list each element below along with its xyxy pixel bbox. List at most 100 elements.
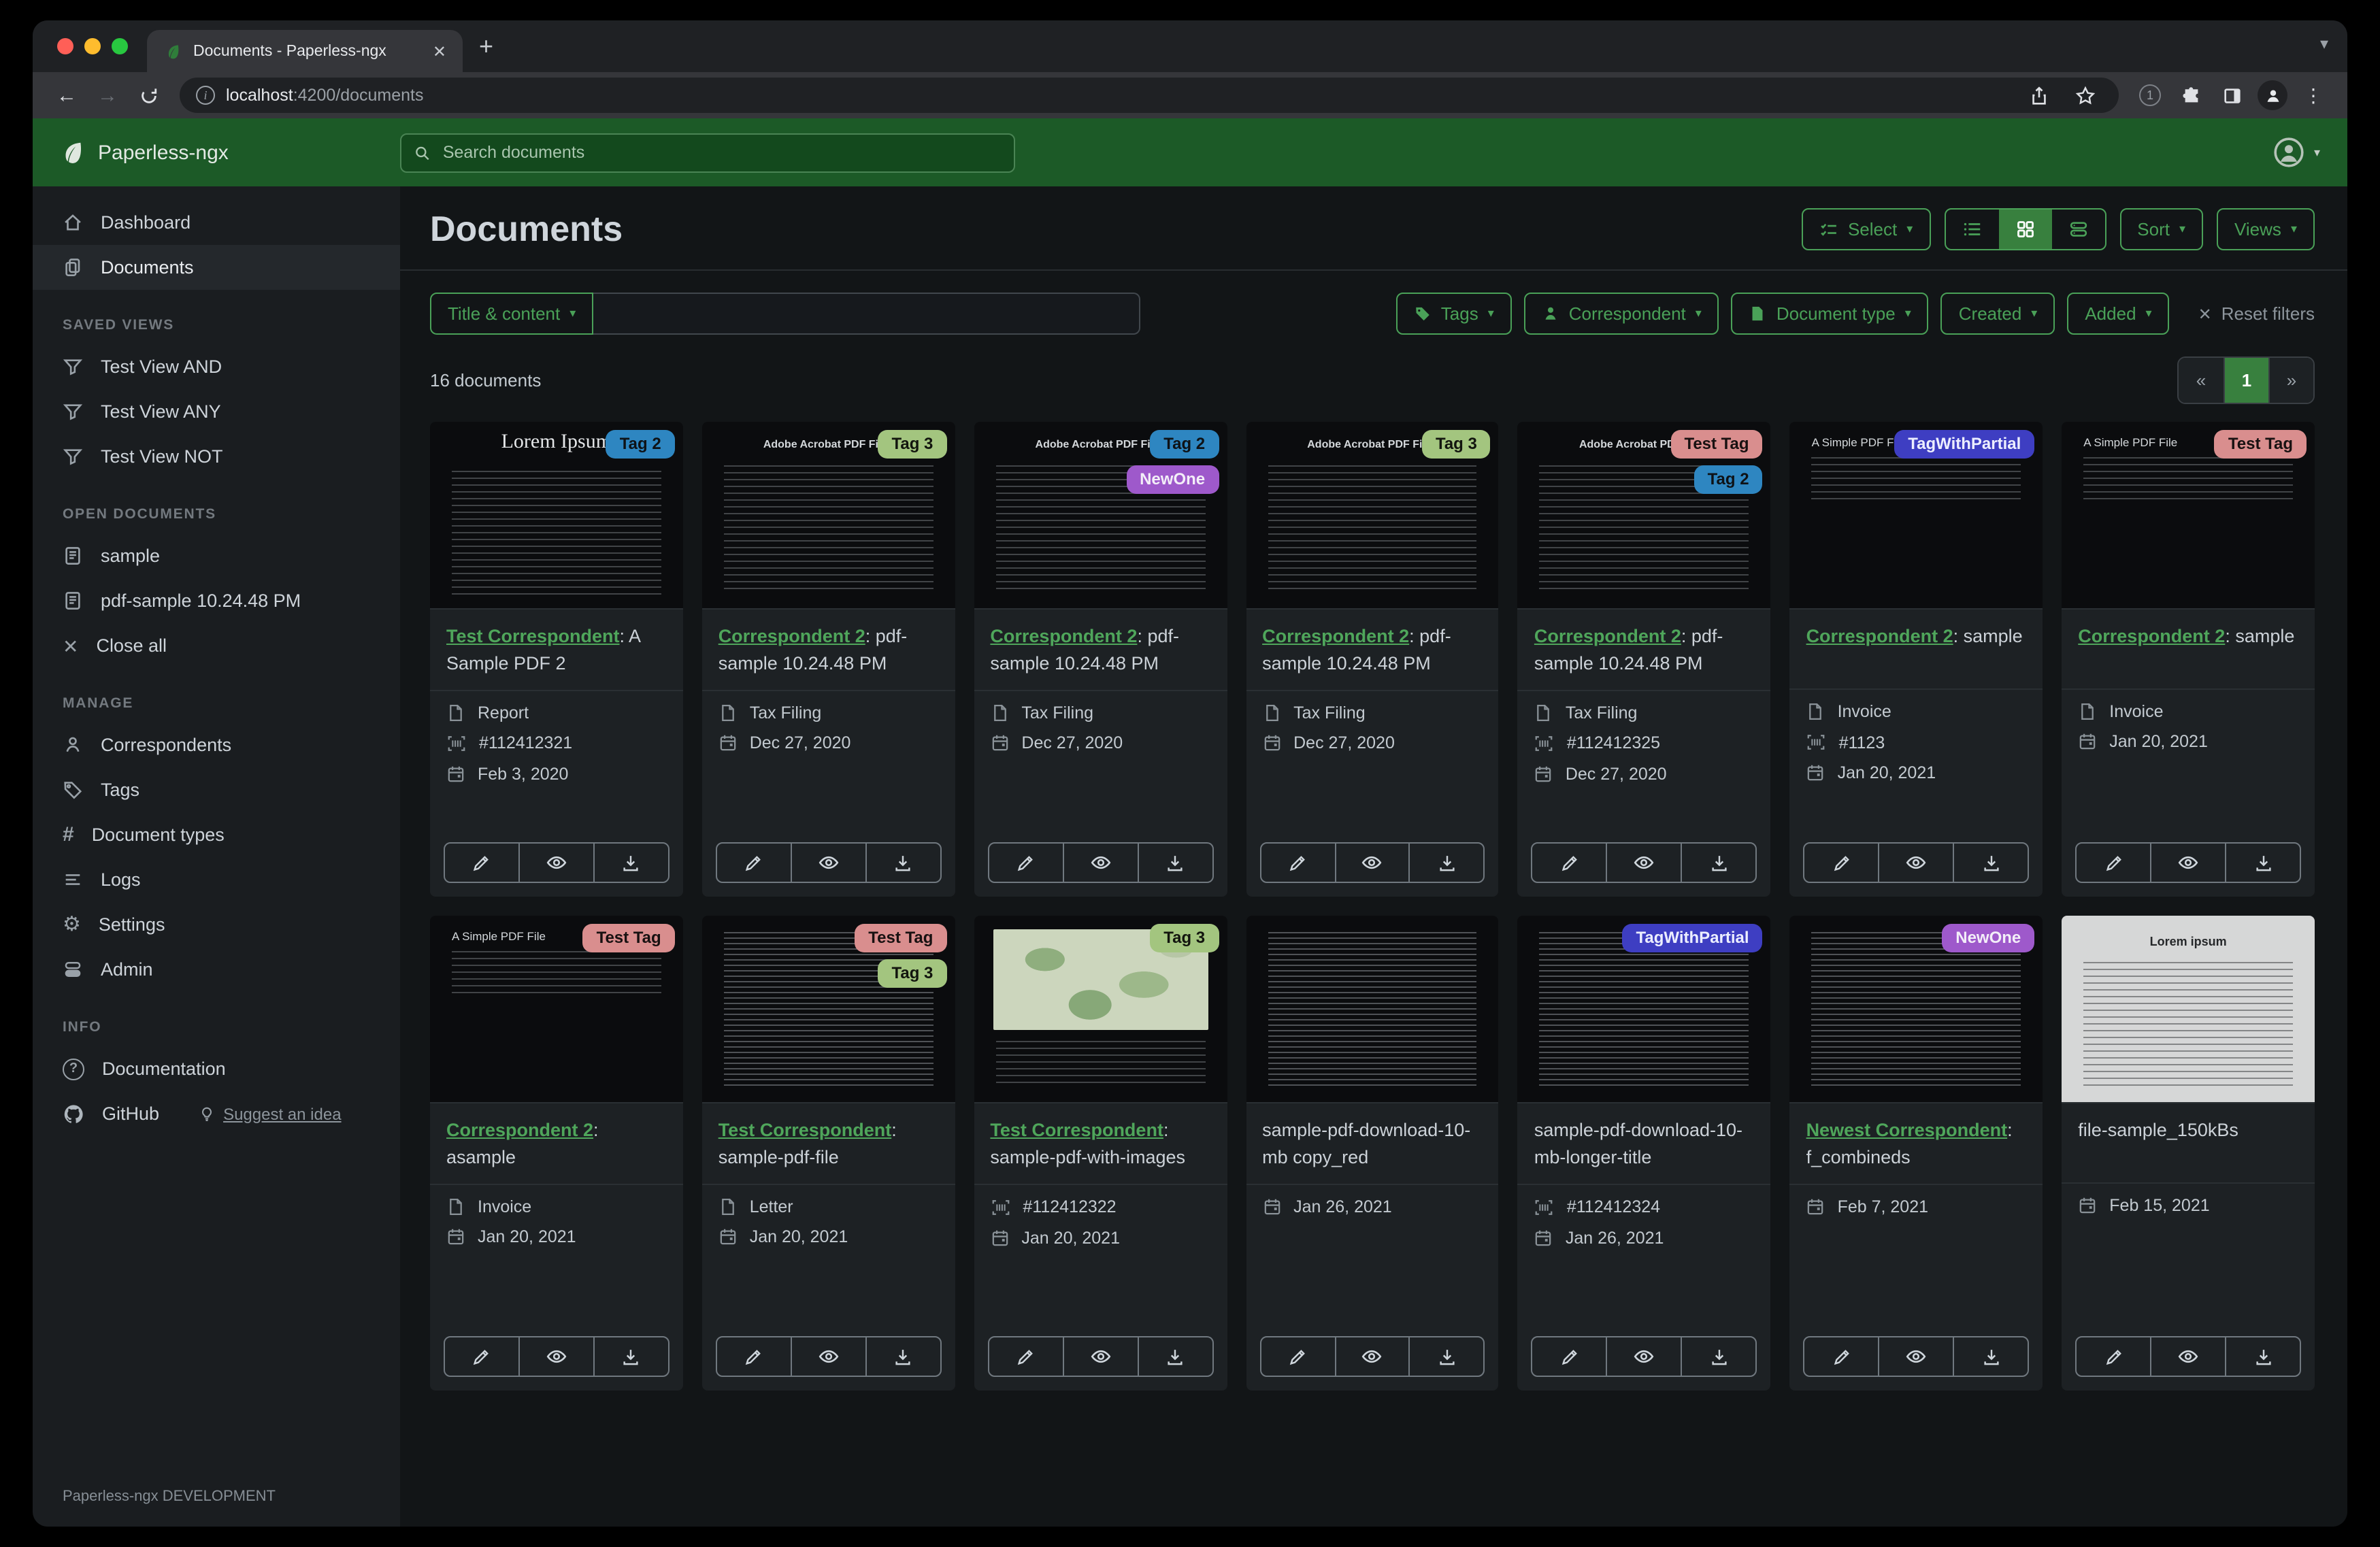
edit-button[interactable] bbox=[717, 844, 791, 882]
view-cards-button[interactable] bbox=[2051, 210, 2104, 249]
sidebar-item-test-view-not[interactable]: Test View NOT bbox=[33, 434, 400, 479]
correspondent-link[interactable]: Correspondent 2 bbox=[1262, 626, 1409, 646]
edit-button[interactable] bbox=[989, 1337, 1062, 1376]
address-bar[interactable]: i localhost:4200/documents bbox=[180, 78, 2119, 113]
edit-button[interactable] bbox=[1805, 844, 1879, 882]
view-button[interactable] bbox=[2150, 1337, 2225, 1376]
views-button[interactable]: Views ▾ bbox=[2217, 208, 2315, 250]
reload-button[interactable] bbox=[131, 78, 166, 113]
download-button[interactable] bbox=[1953, 1337, 2028, 1376]
download-button[interactable] bbox=[1137, 1337, 1212, 1376]
extension-badge-icon[interactable]: 1 bbox=[2132, 78, 2168, 113]
correspondent-link[interactable]: Test Correspondent bbox=[446, 626, 620, 646]
view-button[interactable] bbox=[1878, 1337, 1953, 1376]
edit-button[interactable] bbox=[989, 844, 1062, 882]
download-button[interactable] bbox=[1681, 1337, 1756, 1376]
filter-created-button[interactable]: Created ▾ bbox=[1940, 293, 2055, 335]
correspondent-link[interactable]: Correspondent 2 bbox=[1806, 626, 1953, 646]
view-button[interactable] bbox=[1062, 1337, 1137, 1376]
sidebar-item-documentation[interactable]: ? Documentation bbox=[33, 1046, 400, 1091]
tag-badge[interactable]: Tag 3 bbox=[1150, 924, 1219, 952]
correspondent-link[interactable]: Correspondent 2 bbox=[990, 626, 1137, 646]
download-button[interactable] bbox=[1681, 844, 1756, 882]
correspondent-link[interactable]: Correspondent 2 bbox=[2078, 626, 2225, 646]
correspondent-link[interactable]: Correspondent 2 bbox=[718, 626, 865, 646]
tag-badge[interactable]: Test Tag bbox=[2214, 430, 2307, 459]
site-info-icon[interactable]: i bbox=[196, 86, 215, 105]
sidebar-item-document-types[interactable]: # Document types bbox=[33, 812, 400, 857]
sidebar-item-tags[interactable]: Tags bbox=[33, 767, 400, 812]
sidebar-item-github[interactable]: GitHub Suggest an idea bbox=[33, 1091, 400, 1136]
tag-badge[interactable]: Tag 3 bbox=[878, 430, 947, 459]
tag-badge[interactable]: Tag 2 bbox=[606, 430, 675, 459]
sidebar-item-open-doc-sample[interactable]: sample bbox=[33, 533, 400, 578]
app-brand[interactable]: Paperless-ngx bbox=[33, 139, 400, 165]
sidebar-item-admin[interactable]: Admin bbox=[33, 947, 400, 992]
share-icon[interactable] bbox=[2021, 78, 2056, 113]
view-button[interactable] bbox=[1878, 844, 1953, 882]
sidebar-item-close-all[interactable]: ✕ Close all bbox=[33, 623, 400, 668]
view-button[interactable] bbox=[518, 1337, 593, 1376]
view-button[interactable] bbox=[518, 844, 593, 882]
edit-button[interactable] bbox=[1533, 1337, 1606, 1376]
tag-badge[interactable]: NewOne bbox=[1942, 924, 2035, 952]
view-button[interactable] bbox=[790, 1337, 865, 1376]
download-button[interactable] bbox=[2225, 1337, 2300, 1376]
zoom-window-button[interactable] bbox=[112, 38, 128, 54]
view-button[interactable] bbox=[1606, 844, 1681, 882]
sidebar-item-logs[interactable]: Logs bbox=[33, 857, 400, 902]
edit-button[interactable] bbox=[717, 1337, 791, 1376]
browser-menu-icon[interactable]: ⋮ bbox=[2296, 78, 2331, 113]
tag-badge[interactable]: Tag 2 bbox=[1693, 465, 1763, 494]
sidebar-item-settings[interactable]: ⚙ Settings bbox=[33, 902, 400, 947]
sidebar-item-open-doc-pdf-sample[interactable]: pdf-sample 10.24.48 PM bbox=[33, 578, 400, 623]
select-button[interactable]: Select ▾ bbox=[1801, 208, 1931, 250]
edit-button[interactable] bbox=[445, 1337, 518, 1376]
download-button[interactable] bbox=[1408, 844, 1484, 882]
forward-button[interactable]: → bbox=[90, 78, 125, 113]
pagination-next-button[interactable]: » bbox=[2268, 358, 2313, 403]
tag-badge[interactable]: Tag 3 bbox=[1421, 430, 1491, 459]
filter-correspondent-button[interactable]: Correspondent ▾ bbox=[1523, 293, 1719, 335]
filter-tags-button[interactable]: Tags ▾ bbox=[1395, 293, 1512, 335]
download-button[interactable] bbox=[1953, 844, 2028, 882]
tab-close-icon[interactable]: ✕ bbox=[433, 41, 446, 61]
view-list-button[interactable] bbox=[1945, 210, 1998, 249]
edit-button[interactable] bbox=[2077, 1337, 2150, 1376]
correspondent-link[interactable]: Test Correspondent bbox=[718, 1120, 892, 1140]
edit-button[interactable] bbox=[1805, 1337, 1879, 1376]
correspondent-link[interactable]: Correspondent 2 bbox=[446, 1120, 593, 1140]
view-button[interactable] bbox=[790, 844, 865, 882]
edit-button[interactable] bbox=[1261, 844, 1334, 882]
download-button[interactable] bbox=[865, 844, 940, 882]
view-button[interactable] bbox=[1334, 844, 1409, 882]
browser-tab[interactable]: Documents - Paperless-ngx ✕ bbox=[147, 30, 463, 72]
download-button[interactable] bbox=[1137, 844, 1212, 882]
correspondent-link[interactable]: Test Correspondent bbox=[990, 1120, 1163, 1140]
suggest-an-idea-link[interactable]: Suggest an idea bbox=[199, 1104, 342, 1123]
edit-button[interactable] bbox=[1533, 844, 1606, 882]
browser-profile-avatar[interactable] bbox=[2255, 78, 2290, 113]
tab-search-chevron-icon[interactable]: ▾ bbox=[2320, 34, 2328, 53]
bookmark-star-icon[interactable] bbox=[2067, 78, 2102, 113]
sidebar-item-documents[interactable]: Documents bbox=[33, 245, 400, 290]
back-button[interactable]: ← bbox=[49, 78, 84, 113]
download-button[interactable] bbox=[1408, 1337, 1484, 1376]
edit-button[interactable] bbox=[2077, 844, 2150, 882]
view-grid-button[interactable] bbox=[1998, 210, 2052, 249]
edit-button[interactable] bbox=[1261, 1337, 1334, 1376]
pagination-prev-button[interactable]: « bbox=[2179, 358, 2224, 403]
minimize-window-button[interactable] bbox=[84, 38, 101, 54]
view-button[interactable] bbox=[1606, 1337, 1681, 1376]
search-input[interactable] bbox=[440, 142, 1002, 163]
filter-text-input[interactable] bbox=[593, 293, 1141, 335]
document-thumbnail[interactable]: Lorem ipsum bbox=[2062, 916, 2315, 1103]
download-button[interactable] bbox=[593, 844, 668, 882]
tag-badge[interactable]: NewOne bbox=[1126, 465, 1219, 494]
new-tab-button[interactable]: + bbox=[479, 34, 493, 59]
sidebar-item-test-view-any[interactable]: Test View ANY bbox=[33, 389, 400, 434]
correspondent-link[interactable]: Correspondent 2 bbox=[1534, 626, 1681, 646]
global-search[interactable] bbox=[400, 133, 1015, 172]
document-thumbnail[interactable] bbox=[1246, 916, 1499, 1103]
view-button[interactable] bbox=[2150, 844, 2225, 882]
